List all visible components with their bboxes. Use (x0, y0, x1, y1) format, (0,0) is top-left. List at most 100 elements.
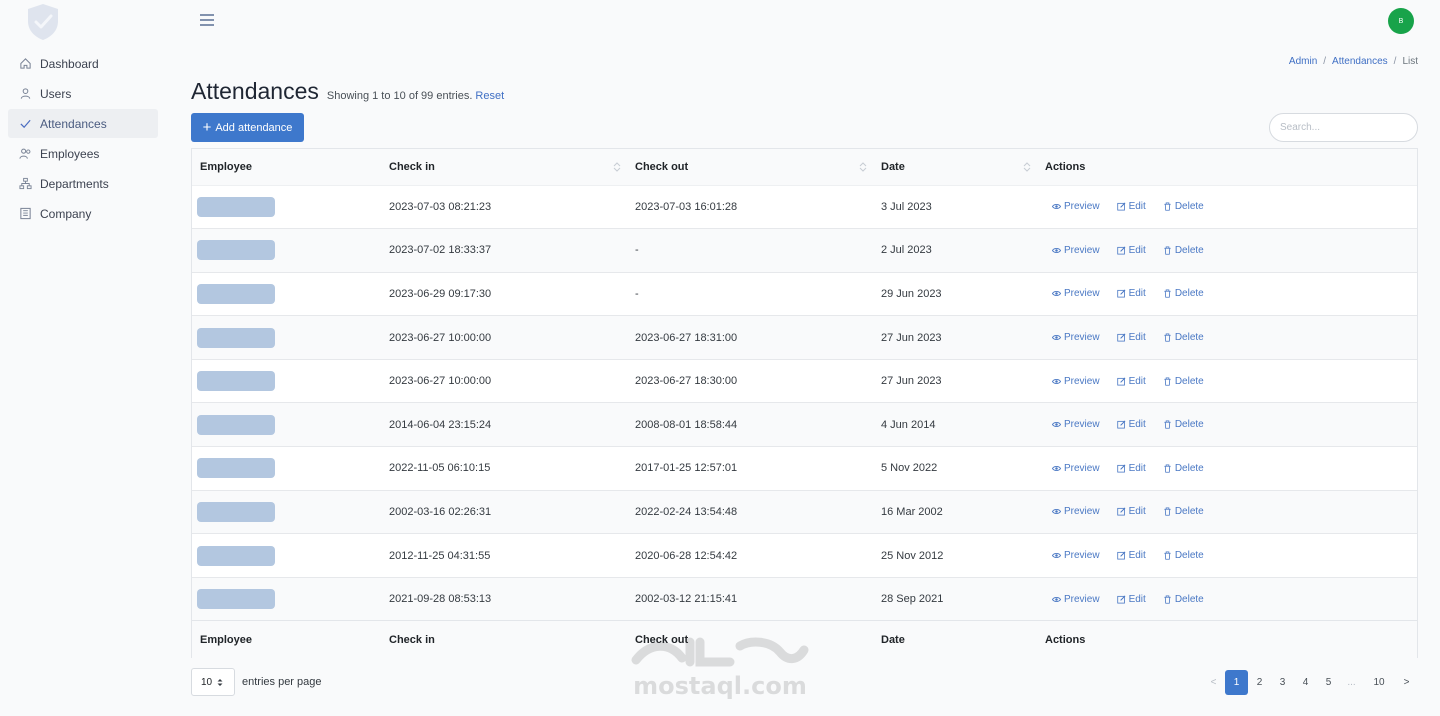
column-footer-check-in: Check in (381, 620, 627, 658)
cell-employee (192, 228, 381, 273)
watermark-text: mostaql.com (633, 672, 807, 700)
edit-link[interactable]: Edit (1116, 550, 1146, 561)
preview-link[interactable]: Preview (1052, 506, 1100, 517)
edit-icon (1116, 290, 1126, 298)
page-button-2[interactable]: 2 (1248, 670, 1271, 695)
delete-link[interactable]: Delete (1163, 332, 1204, 343)
edit-link[interactable]: Edit (1116, 288, 1146, 300)
table-row: 2023-07-02 18:33:37-2 Jul 2023 Preview Edi… (192, 228, 1417, 273)
edit-link[interactable]: Edit (1116, 594, 1146, 605)
employee-name-placeholder[interactable] (197, 196, 275, 217)
user-icon (18, 87, 32, 101)
delete-link[interactable]: Delete (1163, 245, 1204, 256)
employee-name-placeholder[interactable] (197, 589, 275, 610)
cell-date: 29 Jun 2023 (873, 271, 1037, 316)
edit-label: Edit (1128, 288, 1146, 300)
employee-name-placeholder[interactable] (197, 501, 275, 522)
sidebar-item-departments[interactable]: Departments (8, 169, 158, 198)
edit-link[interactable]: Edit (1116, 332, 1146, 343)
column-header-label: Check in (389, 160, 435, 173)
employee-name-placeholder[interactable] (197, 327, 275, 348)
page-button-5[interactable]: 5 (1317, 670, 1340, 695)
add-attendance-button[interactable]: + Add attendance (191, 113, 304, 142)
sidebar-item-users[interactable]: Users (8, 79, 158, 108)
sidebar-item-label: Departments (40, 176, 109, 191)
sidebar-item-attendances[interactable]: Attendances (8, 109, 158, 138)
column-footer-actions: Actions (1037, 620, 1417, 658)
cell-date: 27 Jun 2023 (873, 315, 1037, 360)
edit-link[interactable]: Edit (1116, 419, 1146, 430)
page-button-10[interactable]: 10 (1363, 670, 1395, 695)
delete-link[interactable]: Delete (1163, 419, 1204, 430)
sidebar-item-company[interactable]: Company (8, 199, 158, 228)
breadcrumb-attendances[interactable]: Attendances (1332, 56, 1388, 67)
preview-link[interactable]: Preview (1052, 288, 1100, 299)
preview-link[interactable]: Preview (1052, 550, 1100, 561)
sidebar-nav: Dashboard Users Attendances Employees De… (8, 49, 158, 229)
reset-link[interactable]: Reset (475, 90, 504, 102)
entries-summary: Showing 1 to 10 of 99 entries. Reset (327, 90, 504, 102)
edit-icon (1116, 464, 1126, 473)
trash-icon (1164, 289, 1171, 299)
employee-name-placeholder[interactable] (197, 458, 275, 479)
eye-icon (1052, 378, 1061, 384)
preview-link[interactable]: Preview (1052, 594, 1100, 605)
delete-link[interactable]: Delete (1163, 594, 1204, 605)
cell-check-out: 2020-06-28 12:54:42 (627, 533, 873, 578)
employee-name-placeholder[interactable] (197, 240, 275, 261)
delete-link[interactable]: Delete (1163, 506, 1204, 517)
column-header-date[interactable]: Date (873, 149, 1037, 186)
avatar[interactable]: B (1388, 8, 1414, 34)
column-header-check-out[interactable]: Check out (627, 149, 873, 186)
preview-link[interactable]: Preview (1052, 332, 1100, 343)
edit-link[interactable]: Edit (1116, 506, 1146, 517)
edit-link[interactable]: Edit (1116, 462, 1146, 474)
eye-icon (1052, 596, 1061, 602)
delete-link[interactable]: Delete (1163, 376, 1204, 387)
preview-link[interactable]: Preview (1052, 201, 1100, 212)
edit-icon (1116, 202, 1126, 211)
entries-per-page-select[interactable]: 10 (191, 668, 235, 696)
edit-link[interactable]: Edit (1116, 375, 1146, 387)
edit-label: Edit (1128, 462, 1146, 474)
sort-icon[interactable] (1023, 161, 1031, 173)
employee-name-placeholder[interactable] (197, 545, 275, 566)
delete-link[interactable]: Delete (1163, 463, 1204, 474)
delete-link[interactable]: Delete (1163, 201, 1204, 212)
delete-link[interactable]: Delete (1163, 550, 1204, 561)
edit-link[interactable]: Edit (1116, 245, 1146, 256)
page-button-1[interactable]: 1 (1225, 670, 1248, 695)
edit-label: Edit (1128, 375, 1146, 387)
eye-icon (1052, 509, 1061, 515)
cell-actions: Preview Edit Delete (1037, 489, 1417, 534)
sort-icon[interactable] (859, 161, 867, 173)
sidebar-item-employees[interactable]: Employees (8, 139, 158, 168)
preview-link[interactable]: Preview (1052, 245, 1100, 256)
preview-link[interactable]: Preview (1052, 376, 1100, 387)
menu-toggle-icon[interactable] (198, 12, 216, 28)
employee-name-placeholder[interactable] (197, 414, 275, 435)
employee-name-placeholder[interactable] (197, 371, 275, 392)
plus-icon: + (202, 119, 212, 136)
sidebar-item-dashboard[interactable]: Dashboard (8, 49, 158, 78)
sitemap-icon (18, 177, 32, 191)
preview-link[interactable]: Preview (1052, 463, 1100, 474)
eye-icon (1052, 247, 1061, 253)
page-button-4[interactable]: 4 (1294, 670, 1317, 695)
employee-name-placeholder[interactable] (197, 283, 275, 304)
cell-date: 25 Nov 2012 (873, 533, 1037, 578)
column-header-check-in[interactable]: Check in (381, 149, 627, 186)
next-page-button[interactable]: > (1395, 670, 1418, 695)
breadcrumb-admin[interactable]: Admin (1289, 56, 1317, 67)
edit-link[interactable]: Edit (1116, 201, 1146, 212)
delete-link[interactable]: Delete (1163, 288, 1204, 299)
page-button-3[interactable]: 3 (1271, 670, 1294, 695)
table-row: 2023-06-27 10:00:00 2023-06-27 18:31:00 27… (192, 315, 1417, 360)
sort-icon[interactable] (613, 161, 621, 173)
search-input[interactable] (1269, 113, 1418, 142)
cell-check-in: 2012-11-25 04:31:55 (381, 533, 627, 578)
preview-link[interactable]: Preview (1052, 419, 1100, 430)
table-row: 2002-03-16 02:26:31 2022-02-24 13:54:48 16… (192, 489, 1417, 534)
trash-icon (1164, 246, 1171, 255)
delete-label: Delete (1174, 419, 1204, 431)
